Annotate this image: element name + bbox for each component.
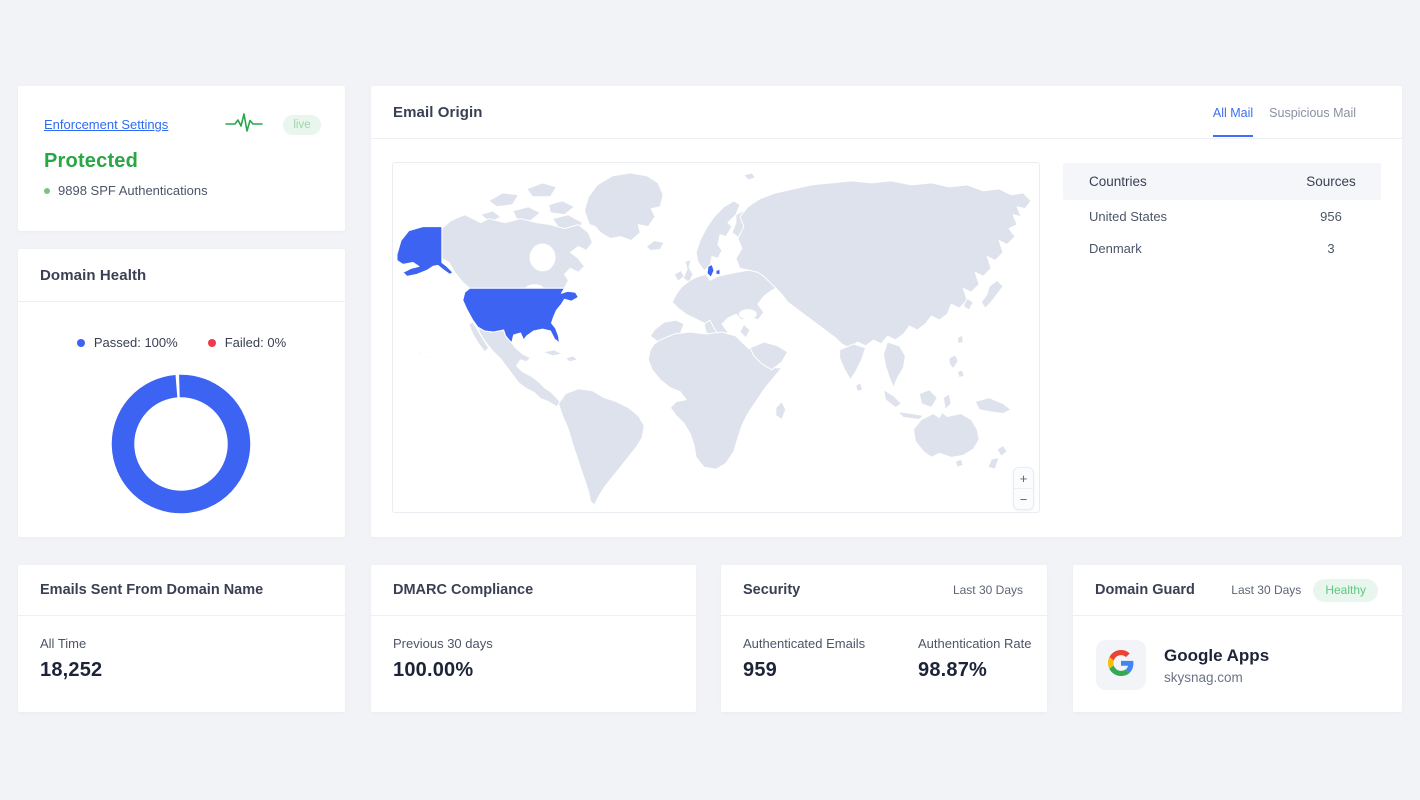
email-origin-title: Email Origin: [393, 104, 483, 121]
live-badge: live: [283, 115, 321, 135]
domain-guard-card: Domain Guard Last 30 Days Healthy Google…: [1073, 565, 1402, 712]
map-asia: [736, 181, 1031, 348]
provider-info: Google Apps skysnag.com: [1164, 646, 1269, 685]
spf-auth-row: 9898 SPF Authentications: [44, 183, 345, 198]
donut-legend: Passed: 100% Failed: 0%: [18, 335, 345, 350]
map-denmark-highlight[interactable]: [707, 264, 714, 277]
map-scandinavia: [696, 201, 740, 271]
security-card: Security Last 30 Days Authenticated Emai…: [721, 565, 1047, 712]
sources-column-header: Sources: [1281, 174, 1381, 189]
legend-passed[interactable]: Passed: 100%: [77, 335, 178, 350]
map-south-america: [558, 389, 644, 505]
mail-tabs: All Mail Suspicious Mail: [1213, 86, 1356, 139]
country-cell: United States: [1063, 209, 1281, 224]
passed-dot-icon: [77, 339, 85, 347]
map-greenland: [584, 173, 663, 241]
domain-guard-body: Google Apps skysnag.com: [1073, 616, 1402, 690]
emails-sent-value: 18,252: [40, 659, 323, 682]
domain-guard-period: Last 30 Days: [1231, 583, 1301, 597]
security-header: Security Last 30 Days: [721, 565, 1047, 616]
legend-passed-label: Passed: 100%: [94, 335, 178, 350]
dmarc-compliance-header: DMARC Compliance: [371, 565, 696, 616]
countries-table: Countries Sources United States 956 Denm…: [1063, 163, 1381, 264]
domain-health-donut-chart[interactable]: [111, 374, 251, 514]
domain-health-title: Domain Health: [40, 267, 146, 284]
email-origin-header: Email Origin All Mail Suspicious Mail: [371, 86, 1402, 139]
table-row: Denmark 3: [1063, 232, 1381, 264]
emails-sent-label: All Time: [40, 636, 323, 651]
donut-ring: [121, 384, 240, 503]
tab-all-mail[interactable]: All Mail: [1213, 86, 1253, 139]
country-cell: Denmark: [1063, 241, 1281, 256]
dmarc-compliance-body: Previous 30 days 100.00%: [371, 616, 696, 682]
sources-cell: 3: [1281, 241, 1381, 256]
spf-auth-count: 9898 SPF Authentications: [58, 183, 208, 198]
domain-guard-header: Domain Guard Last 30 Days Healthy: [1073, 565, 1402, 616]
sources-cell: 956: [1281, 209, 1381, 224]
map-denmark-island-highlight[interactable]: [716, 269, 720, 274]
map-zoom-in-button[interactable]: +: [1014, 468, 1033, 488]
countries-table-header: Countries Sources: [1063, 163, 1381, 200]
security-body: Authenticated Emails 959 Authentication …: [721, 616, 1047, 682]
provider-name: Google Apps: [1164, 646, 1269, 666]
map-australia: [913, 413, 979, 458]
map-europe: [672, 270, 782, 340]
dmarc-compliance-card: DMARC Compliance Previous 30 days 100.00…: [371, 565, 696, 712]
domain-health-header: Domain Health: [18, 249, 345, 302]
dmarc-dashboard: Enforcement Settings live Protected 9898…: [0, 0, 1420, 800]
tab-suspicious-mail[interactable]: Suspicious Mail: [1269, 86, 1356, 139]
emails-sent-header: Emails Sent From Domain Name: [18, 565, 345, 616]
countries-column-header: Countries: [1063, 174, 1281, 189]
domain-health-card: Domain Health Passed: 100% Failed: 0%: [18, 249, 345, 537]
email-origin-card: Email Origin All Mail Suspicious Mail: [371, 86, 1402, 537]
authentication-rate-value: 98.87%: [918, 659, 1031, 682]
failed-dot-icon: [208, 339, 216, 347]
map-zoom-controls: + −: [1013, 467, 1034, 510]
heartbeat-icon: [225, 112, 263, 137]
authentication-rate-metric: Authentication Rate 98.87%: [918, 636, 1031, 682]
emails-sent-body: All Time 18,252: [18, 616, 345, 682]
dmarc-compliance-label: Previous 30 days: [393, 636, 674, 651]
domain-guard-title: Domain Guard: [1095, 582, 1195, 598]
emails-sent-title: Emails Sent From Domain Name: [40, 582, 263, 598]
provider-domain: skysnag.com: [1164, 670, 1269, 685]
healthy-badge: Healthy: [1313, 579, 1378, 602]
enforcement-card: Enforcement Settings live Protected 9898…: [18, 86, 345, 231]
security-title: Security: [743, 582, 800, 598]
emails-sent-card: Emails Sent From Domain Name All Time 18…: [18, 565, 345, 712]
google-icon: [1108, 650, 1134, 681]
dmarc-compliance-title: DMARC Compliance: [393, 582, 533, 598]
green-dot-icon: [44, 188, 50, 194]
table-row: United States 956: [1063, 200, 1381, 232]
map-zoom-out-button[interactable]: −: [1014, 488, 1033, 509]
legend-failed[interactable]: Failed: 0%: [208, 335, 286, 350]
google-logo-tile: [1096, 640, 1146, 690]
world-map[interactable]: + −: [392, 162, 1040, 513]
security-period: Last 30 Days: [953, 583, 1023, 597]
protection-status: Protected: [44, 150, 345, 173]
enforcement-settings-link[interactable]: Enforcement Settings: [44, 117, 168, 132]
enforcement-header-row: Enforcement Settings live: [18, 86, 345, 137]
authentication-rate-label: Authentication Rate: [918, 636, 1031, 651]
dmarc-compliance-value: 100.00%: [393, 659, 674, 682]
legend-failed-label: Failed: 0%: [225, 335, 286, 350]
